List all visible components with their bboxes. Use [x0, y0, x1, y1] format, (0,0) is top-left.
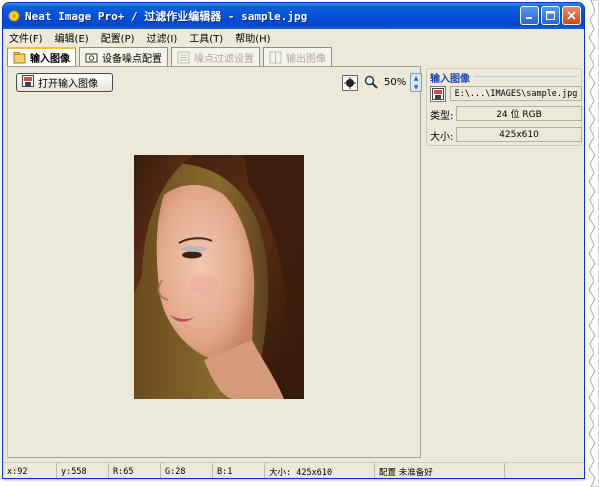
tab-output-image-label: 输出图像: [286, 53, 326, 65]
app-icon: [7, 9, 21, 23]
status-g: G:28: [161, 463, 213, 478]
status-config: 配置 未准备好: [375, 463, 505, 478]
torn-edge: [588, 0, 599, 487]
image-info-panel: 输入图像 E:\...\IMAGES\sample.jpg 类型: 24 位 R…: [424, 66, 584, 458]
open-input-image-label: 打开输入图像: [38, 79, 98, 90]
preview-toggle-icon[interactable]: [342, 75, 358, 91]
maximize-button[interactable]: [541, 6, 560, 25]
folder-image-icon: [13, 51, 26, 64]
tab-output-image[interactable]: 输出图像: [263, 47, 332, 66]
status-bar: x:92 y:558 R:65 G:28 B:1 大小: 425x610 配置 …: [3, 462, 584, 478]
menu-bar: 文件(F) 编辑(E) 配置(P) 过滤(I) 工具(T) 帮助(H): [3, 29, 584, 46]
status-r: R:65: [109, 463, 161, 478]
section-title: 输入图像: [430, 74, 470, 85]
tab-input-image[interactable]: 输入图像: [7, 47, 76, 66]
image-path-field: E:\...\IMAGES\sample.jpg: [450, 86, 582, 101]
type-label: 类型:: [430, 111, 454, 122]
zoom-spinner[interactable]: ▲ ▼: [410, 73, 422, 92]
size-value: 425x610: [456, 127, 582, 142]
tab-bar: 输入图像 设备噪点配置 噪点过滤设置 输出图像: [7, 47, 580, 67]
status-size: 大小: 425x610: [265, 463, 375, 478]
split-view-icon: [269, 51, 282, 64]
menu-profile[interactable]: 配置(P): [101, 30, 135, 45]
menu-file[interactable]: 文件(F): [9, 30, 43, 45]
menu-edit[interactable]: 编辑(E): [55, 30, 89, 45]
menu-filter[interactable]: 过滤(I): [147, 30, 178, 45]
menu-help[interactable]: 帮助(H): [235, 30, 270, 45]
spin-up-icon[interactable]: ▲: [414, 74, 419, 83]
zoom-level: 50%: [384, 77, 407, 88]
size-label: 大小:: [430, 132, 454, 143]
type-value: 24 位 RGB: [456, 106, 582, 121]
open-image-icon: [22, 75, 34, 90]
save-disk-icon[interactable]: [430, 86, 446, 102]
image-toolbar: 打开输入图像 50% ▲ ▼: [14, 73, 422, 93]
open-input-image-button[interactable]: 打开输入图像: [16, 73, 113, 92]
magnifier-icon[interactable]: [364, 75, 378, 89]
status-b: B:1: [213, 463, 265, 478]
tab-input-image-label: 输入图像: [30, 54, 70, 65]
tab-filter-settings[interactable]: 噪点过滤设置: [171, 47, 260, 66]
status-y: y:558: [57, 463, 109, 478]
title-bar[interactable]: Neat Image Pro+ / 过滤作业编辑器 - sample.jpg: [3, 3, 584, 29]
section-divider: [474, 76, 579, 77]
camera-icon: [85, 51, 98, 64]
tab-device-profile-label: 设备噪点配置: [102, 53, 162, 65]
status-x: x:92: [3, 463, 57, 478]
sliders-icon: [177, 51, 190, 64]
minimize-button[interactable]: [520, 6, 539, 25]
window-shadow: [4, 479, 584, 482]
tab-device-profile[interactable]: 设备噪点配置: [79, 47, 168, 66]
main-window: Neat Image Pro+ / 过滤作业编辑器 - sample.jpg 文…: [2, 2, 585, 479]
input-image-preview[interactable]: [134, 155, 304, 399]
close-button[interactable]: [562, 6, 581, 25]
spin-down-icon[interactable]: ▼: [414, 83, 419, 92]
tab-filter-settings-label: 噪点过滤设置: [194, 53, 254, 65]
image-view-panel: 打开输入图像 50% ▲ ▼: [7, 66, 422, 458]
menu-tools[interactable]: 工具(T): [189, 30, 223, 45]
window-title: Neat Image Pro+ / 过滤作业编辑器 - sample.jpg: [25, 10, 308, 23]
